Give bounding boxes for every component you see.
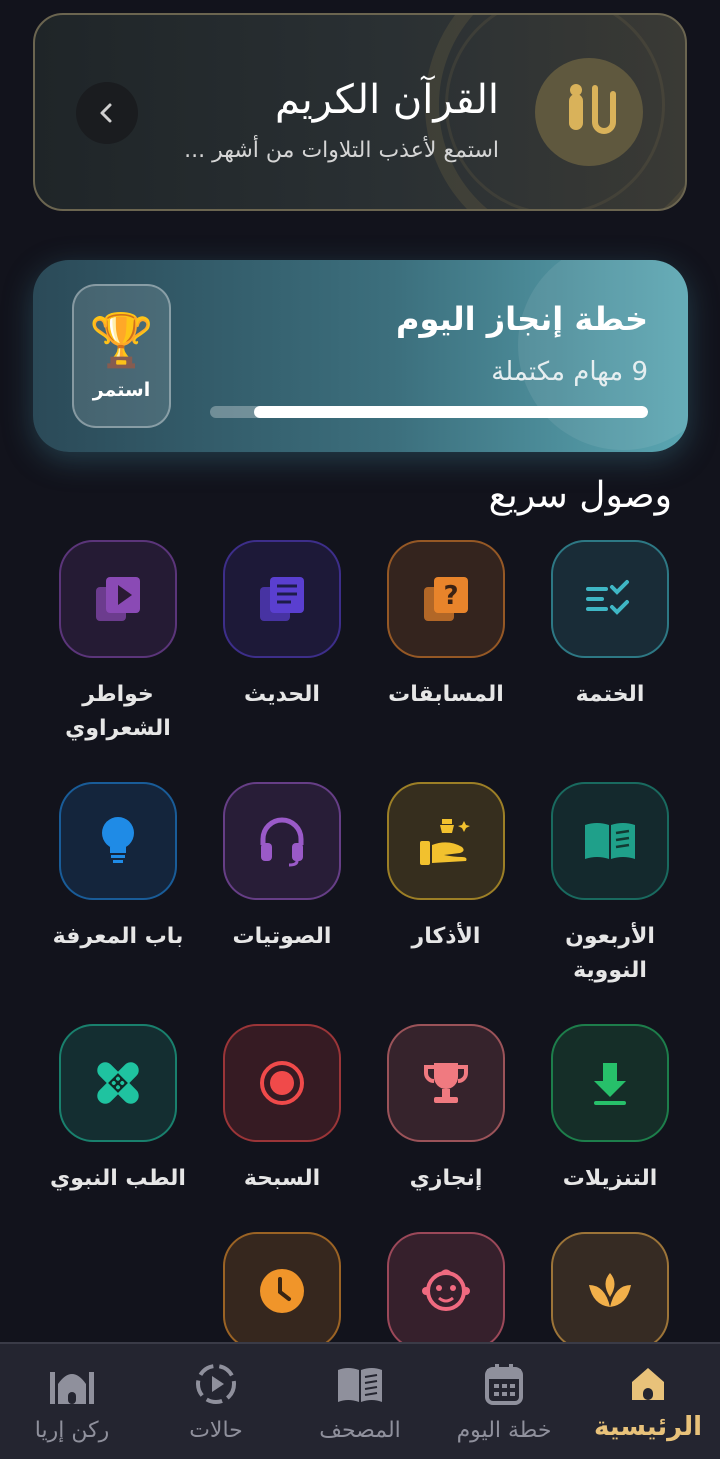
bottom-navigation: الرئيسية خطة اليوم المصحف حالات ركن إريا [0, 1342, 720, 1459]
hand-prayer-icon [387, 782, 505, 900]
quick-access-record[interactable]: السبحة [200, 1024, 364, 1196]
nav-corner[interactable]: ركن إريا [0, 1344, 144, 1459]
nav-today-plan-label: خطة اليوم [456, 1418, 552, 1443]
quick-access-label: السبحة [243, 1166, 321, 1191]
quick-access-lotus[interactable] [528, 1232, 692, 1350]
quick-access-label: الطب النبوي [50, 1166, 186, 1191]
home-icon [576, 1362, 720, 1406]
status-play-icon [144, 1362, 288, 1406]
trophy-icon: 🏆 [89, 311, 154, 371]
quick-access-trophy[interactable]: إنجازي [364, 1024, 528, 1196]
plan-progress-bar [210, 406, 648, 418]
nav-home[interactable]: الرئيسية [576, 1344, 720, 1459]
clock-icon [223, 1232, 341, 1350]
nav-mushaf-label: المصحف [319, 1418, 401, 1443]
headphones-icon [223, 782, 341, 900]
nav-home-label: الرئيسية [593, 1412, 703, 1442]
quick-access-label: الحديث [244, 682, 320, 707]
nav-corner-label: ركن إريا [34, 1418, 110, 1443]
books-icon [223, 540, 341, 658]
quick-access-label: الختمة [575, 682, 645, 707]
quick-access-label: إنجازي [409, 1166, 483, 1191]
quick-access-label: خواطر الشعراوي [65, 682, 171, 741]
quiz-icon: ? [387, 540, 505, 658]
quick-access-checklist[interactable]: الختمة [528, 540, 692, 712]
quick-access-books[interactable]: الحديث [200, 540, 364, 712]
svg-text:?: ? [443, 581, 458, 611]
book-icon [288, 1362, 432, 1406]
mosque-icon [0, 1362, 144, 1406]
nav-today-plan[interactable]: خطة اليوم [432, 1344, 576, 1459]
quick-access-title: وصول سريع [488, 475, 672, 516]
plan-title: خطة إنجاز اليوم [396, 300, 648, 338]
lightbulb-icon [59, 782, 177, 900]
quick-access-label: التنزيلات [562, 1166, 658, 1191]
quick-access-label: باب المعرفة [52, 924, 184, 949]
baby-face-icon [387, 1232, 505, 1350]
quick-access-label: الأذكار [411, 924, 481, 949]
bandage-icon [59, 1024, 177, 1142]
quick-access-open-book[interactable]: الأربعون النووية [528, 782, 692, 988]
quick-access-baby-face[interactable] [364, 1232, 528, 1350]
quick-access-video-library[interactable]: خواطر الشعراوي [36, 540, 200, 746]
record-icon [223, 1024, 341, 1142]
nav-mushaf[interactable]: المصحف [288, 1344, 432, 1459]
download-icon [551, 1024, 669, 1142]
quran-subtitle: استمع لأعذب التلاوات من أشهر ... [184, 138, 499, 163]
quick-access-clock[interactable] [200, 1232, 364, 1350]
quick-access-headphones[interactable]: الصوتيات [200, 782, 364, 954]
quran-recitation-icon [535, 58, 643, 166]
quick-access-label: الصوتيات [232, 924, 332, 949]
quick-access-quiz[interactable]: ? المسابقات [364, 540, 528, 712]
decor-glow [518, 260, 688, 450]
trophy-icon [387, 1024, 505, 1142]
today-plan-card[interactable]: خطة إنجاز اليوم 9 مهام مكتملة 🏆 استمر [33, 260, 688, 452]
video-library-icon [59, 540, 177, 658]
quran-title: القرآن الكريم [274, 77, 499, 123]
quick-access-label: المسابقات [388, 682, 504, 707]
chevron-left-icon[interactable] [76, 82, 138, 144]
quick-access-label: الأربعون النووية [565, 924, 655, 983]
quick-access-bandage[interactable]: الطب النبوي [36, 1024, 200, 1196]
quick-access-hand-prayer[interactable]: الأذكار [364, 782, 528, 954]
checklist-icon [551, 540, 669, 658]
plan-completed-count: 9 مهام مكتملة [491, 357, 648, 387]
nav-statuses-label: حالات [189, 1418, 243, 1443]
continue-button[interactable]: 🏆 استمر [72, 284, 171, 428]
lotus-icon [551, 1232, 669, 1350]
plan-progress-fill [253, 406, 648, 418]
nav-statuses[interactable]: حالات [144, 1344, 288, 1459]
quick-access-lightbulb[interactable]: باب المعرفة [36, 782, 200, 954]
quran-banner[interactable]: القرآن الكريم استمع لأعذب التلاوات من أش… [33, 13, 687, 211]
calendar-icon [432, 1362, 576, 1406]
continue-label: استمر [92, 379, 151, 401]
open-book-icon [551, 782, 669, 900]
quick-access-download[interactable]: التنزيلات [528, 1024, 692, 1196]
